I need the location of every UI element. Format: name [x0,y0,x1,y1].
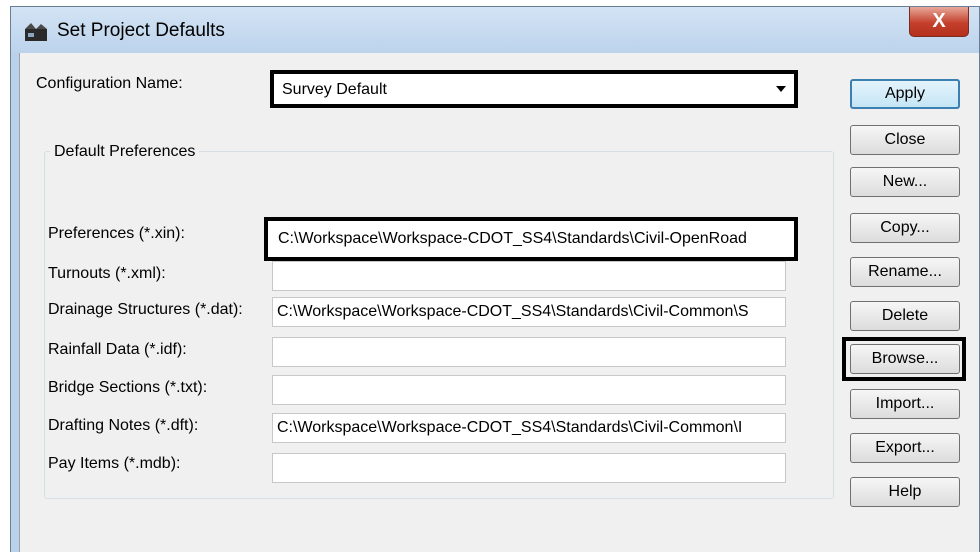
pay-items-field[interactable] [272,453,786,483]
drainage-structures-field[interactable]: C:\Workspace\Workspace-CDOT_SS4\Standard… [272,297,786,327]
drafting-notes-field[interactable]: C:\Workspace\Workspace-CDOT_SS4\Standard… [272,413,786,443]
preferences-label: Preferences (*.xin): [48,225,185,242]
title-bar: Set Project Defaults X [11,7,979,53]
turnouts-label: Turnouts (*.xml): [48,265,166,282]
drainage-structures-label: Drainage Structures (*.dat): [48,301,243,318]
app-icon [25,23,47,41]
rename-button[interactable]: Rename... [850,257,960,287]
bridge-sections-field[interactable] [272,375,786,405]
configuration-name-label: Configuration Name: [36,75,183,92]
preferences-field[interactable]: C:\Workspace\Workspace-CDOT_SS4\Standard… [264,217,798,261]
close-button[interactable]: Close [850,125,960,155]
default-preferences-title: Default Preferences [50,143,200,161]
import-button[interactable]: Import... [850,389,960,419]
close-icon: X [932,10,946,32]
window-title: Set Project Defaults [57,20,225,41]
rainfall-data-label: Rainfall Data (*.idf): [48,341,187,358]
chevron-down-icon[interactable] [776,86,786,92]
pay-items-label: Pay Items (*.mdb): [48,455,181,472]
close-window-button[interactable]: X [909,7,969,37]
copy-button[interactable]: Copy... [850,213,960,243]
apply-button[interactable]: Apply [850,79,960,109]
dialog-body: Configuration Name: Survey Default Defau… [19,53,979,552]
bridge-sections-label: Bridge Sections (*.txt): [48,379,208,396]
help-button[interactable]: Help [850,477,960,507]
configuration-name-value: Survey Default [282,81,387,98]
background-edge [0,0,10,552]
delete-button[interactable]: Delete [850,301,960,331]
browse-button[interactable]: Browse... [850,344,960,374]
new-button[interactable]: New... [850,167,960,197]
rainfall-data-field[interactable] [272,337,786,367]
configuration-name-dropdown[interactable]: Survey Default [270,70,798,108]
turnouts-field[interactable] [272,261,786,291]
export-button[interactable]: Export... [850,433,960,463]
set-project-defaults-dialog: Set Project Defaults X Configuration Nam… [10,6,980,552]
drafting-notes-label: Drafting Notes (*.dft): [48,417,199,434]
